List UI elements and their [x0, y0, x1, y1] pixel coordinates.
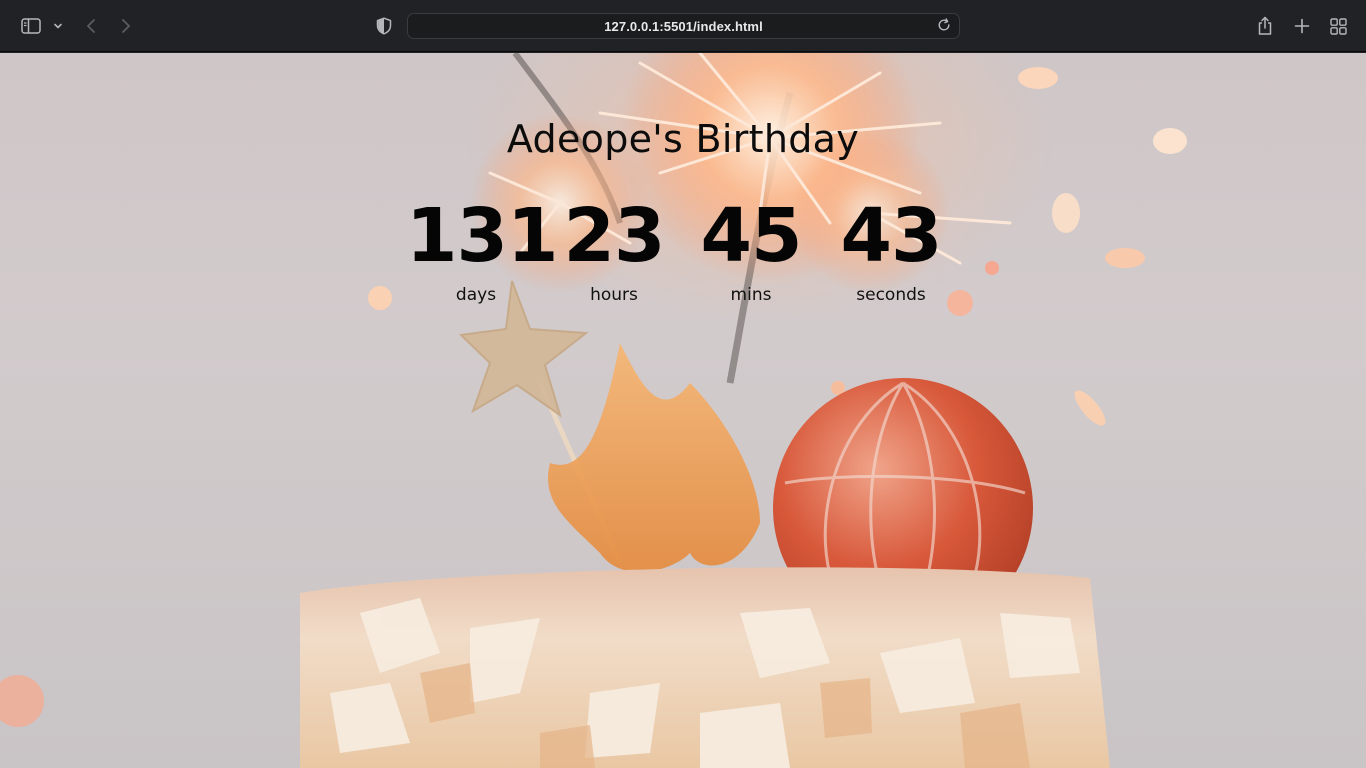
hours-value: 23	[563, 193, 666, 279]
page-viewport: Adeope's Birthday 131 days 23 hours 45 m…	[0, 53, 1366, 768]
countdown-mins: 45 mins	[681, 193, 821, 305]
mins-label: mins	[730, 285, 772, 305]
countdown-hours: 23 hours	[544, 193, 684, 305]
sidebar-icon	[21, 18, 41, 34]
plus-icon	[1294, 18, 1310, 34]
days-label: days	[455, 285, 497, 305]
tab-overview-button[interactable]	[1325, 11, 1351, 41]
page-title: Adeope's Birthday	[506, 117, 860, 161]
reload-button[interactable]	[935, 17, 953, 37]
share-icon	[1257, 16, 1273, 36]
sidebar-toggle-button[interactable]	[16, 11, 46, 41]
sidebar-menu-button[interactable]	[50, 11, 66, 41]
address-bar[interactable]: 127.0.0.1:5501/index.html	[407, 13, 960, 39]
hours-label: hours	[590, 285, 638, 305]
url-text: 127.0.0.1:5501/index.html	[604, 18, 763, 34]
forward-arrow-icon	[121, 18, 131, 34]
new-tab-button[interactable]	[1289, 11, 1315, 41]
days-value: 131	[406, 193, 558, 279]
back-arrow-icon	[86, 18, 96, 34]
privacy-shield-icon	[376, 17, 392, 35]
privacy-report-button[interactable]	[370, 11, 398, 41]
countdown-days: 131 days	[406, 193, 558, 305]
seconds-value: 43	[840, 193, 943, 279]
back-button[interactable]	[78, 11, 104, 41]
tab-grid-icon	[1329, 17, 1347, 35]
reload-icon	[937, 17, 951, 37]
mins-value: 45	[700, 193, 803, 279]
forward-button[interactable]	[113, 11, 139, 41]
seconds-label: seconds	[856, 285, 926, 305]
countdown-seconds: 43 seconds	[821, 193, 961, 305]
browser-toolbar: 127.0.0.1:5501/index.html	[0, 0, 1366, 52]
chevron-down-icon	[53, 22, 63, 30]
share-button[interactable]	[1252, 11, 1278, 41]
